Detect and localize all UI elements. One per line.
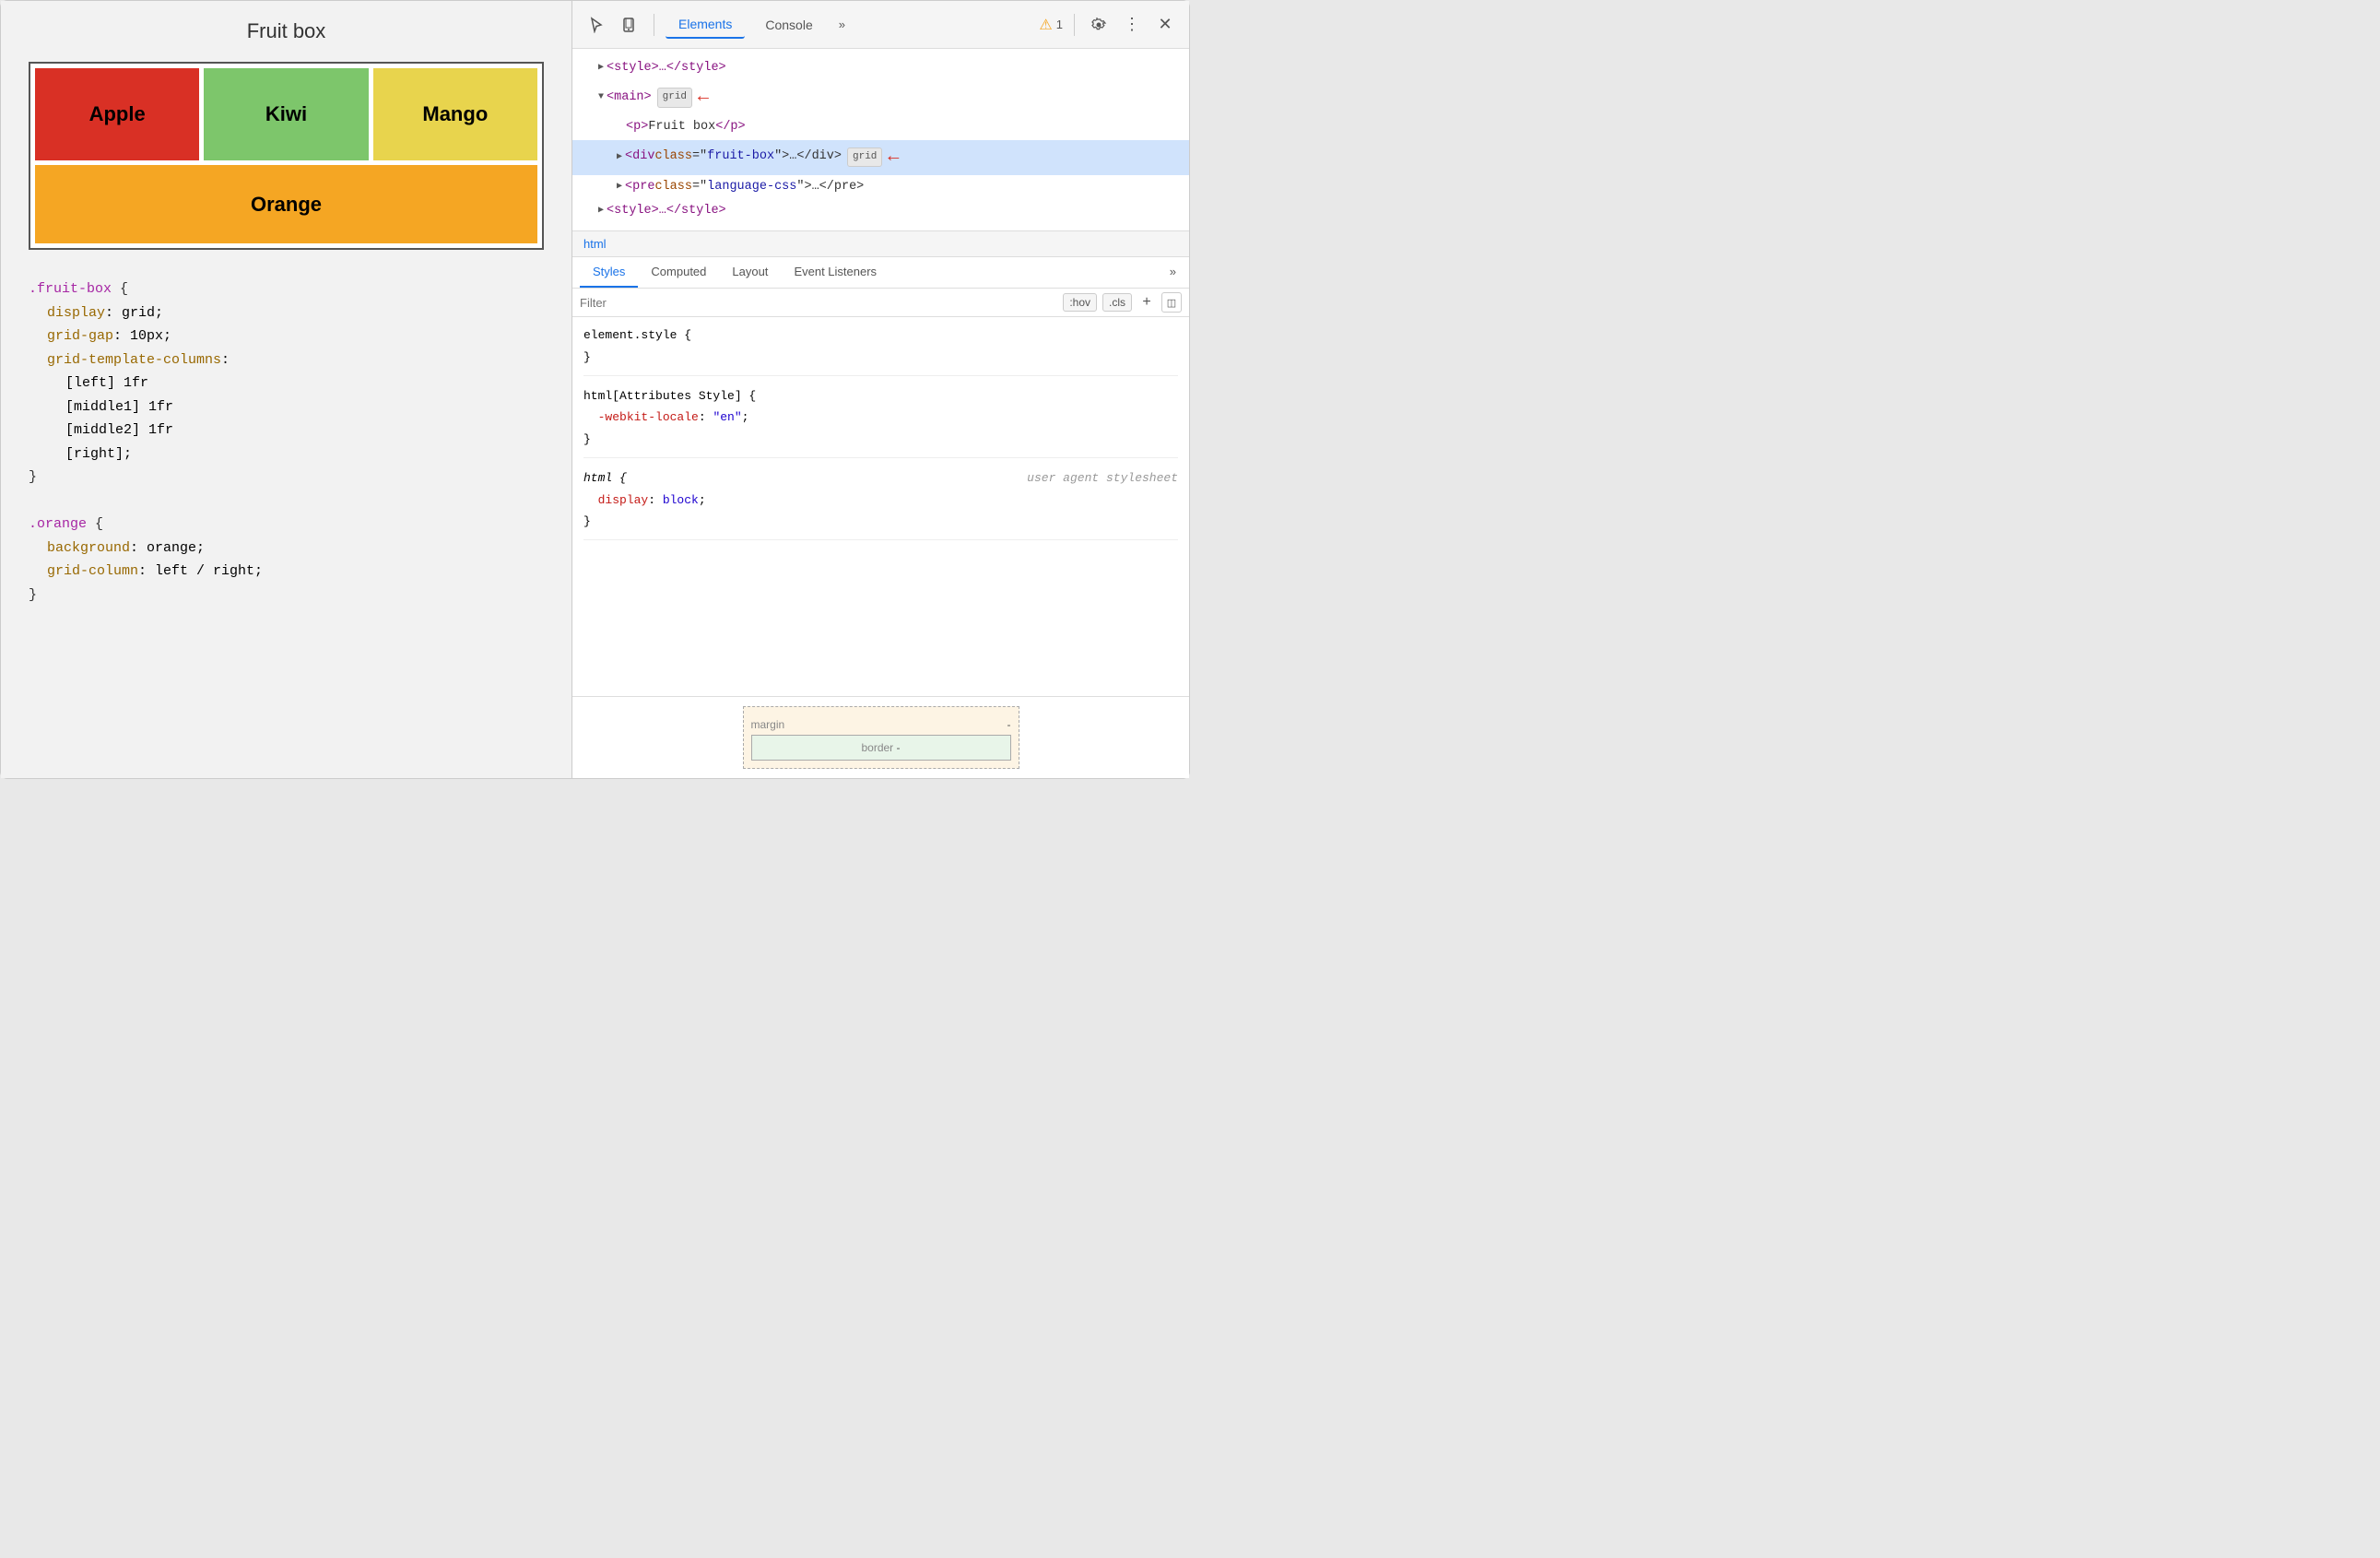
styles-filter-bar: :hov .cls + ◫ [572,289,1189,317]
element-style-selector: element.style { [583,325,1178,346]
styles-content: element.style { } html[Attributes Style]… [572,317,1189,696]
more-options-icon[interactable]: ⋮ [1119,12,1145,38]
display-prop: display: block; [583,490,1178,511]
tab-event-listeners[interactable]: Event Listeners [781,257,890,288]
border-label: border [861,741,893,754]
toolbar-separator-2 [1074,14,1075,36]
add-style-button[interactable]: + [1137,293,1156,312]
webkit-locale-prop: -webkit-locale: "en"; [583,407,1178,428]
code-block: .fruit-box { display: grid; grid-gap: 10… [29,268,544,616]
dom-main-line[interactable]: ▼ <main> grid ← [572,80,1189,115]
toggle-sidebar-button[interactable]: ◫ [1161,292,1182,313]
border-value: - [897,741,901,754]
warning-icon: ⚠ [1039,16,1052,34]
device-icon[interactable] [617,12,642,38]
red-arrow-2: ← [888,141,899,174]
triangle-icon[interactable]: ▶ [598,60,604,77]
fruit-box-demo: Apple Kiwi Mango Orange [29,62,544,250]
margin-value: - [1007,718,1011,731]
box-model-section: margin - border - [572,696,1189,778]
border-row: border - [751,735,1011,761]
dom-p-line[interactable]: <p>Fruit box</p> [572,115,1189,139]
close-icon[interactable]: ✕ [1152,12,1178,38]
warning-badge: ⚠ 1 [1039,16,1063,34]
page-title: Fruit box [29,19,544,43]
tab-styles[interactable]: Styles [580,257,638,288]
element-style-rule: element.style { } [583,325,1178,376]
devtools-toolbar: Elements Console » ⚠ 1 ⋮ ✕ [572,1,1189,49]
ua-comment: user agent stylesheet [1027,467,1178,489]
dom-style2-line[interactable]: ▶ <style>…</style> [572,199,1189,223]
box-model-container: margin - border - [743,706,1019,769]
fruitbox-triangle-icon[interactable]: ▶ [617,149,622,166]
fruit-kiwi: Kiwi [204,68,368,160]
margin-label: margin [751,718,785,731]
left-panel: Fruit box Apple Kiwi Mango Orange .fruit… [1,1,572,778]
html-ua-rule: html { user agent stylesheet display: bl… [583,467,1178,540]
fruitbox-grid-badge: grid [847,148,882,168]
dom-fruitbox-line[interactable]: ▶ <div class="fruit-box">…</div> grid ← [572,140,1189,175]
tab-layout[interactable]: Layout [719,257,781,288]
main-grid-badge: grid [657,88,692,108]
element-style-close: } [583,347,1178,368]
styles-panel: html Styles Computed Layout Event Listen… [572,231,1189,778]
context-bar-label: html [583,237,607,251]
more-tabs-button[interactable]: » [833,14,851,35]
filter-input[interactable] [580,296,1057,310]
dom-tree: ▶ <style>…</style> ▼ <main> grid ← <p>Fr… [572,49,1189,231]
pre-triangle-icon[interactable]: ▶ [617,179,622,195]
styles-tabs: Styles Computed Layout Event Listeners » [572,257,1189,289]
tab-console[interactable]: Console [752,12,825,38]
html-ua-selector-row: html { user agent stylesheet [583,467,1178,489]
margin-row: margin - [751,714,1011,735]
tab-computed[interactable]: Computed [638,257,719,288]
tab-elements[interactable]: Elements [666,11,745,39]
inspect-icon[interactable] [583,12,609,38]
context-bar: html [572,231,1189,257]
dom-pre-line[interactable]: ▶ <pre class="language-css">…</pre> [572,175,1189,199]
html-attrs-selector: html[Attributes Style] { [583,385,1178,407]
html-attrs-close: } [583,429,1178,450]
style2-triangle-icon[interactable]: ▶ [598,203,604,219]
hov-button[interactable]: :hov [1063,293,1097,312]
styles-tabs-more[interactable]: » [1164,257,1182,288]
html-ua-selector: html { [583,467,627,489]
fruit-apple: Apple [35,68,199,160]
red-arrow-1: ← [698,81,709,114]
dom-style-line[interactable]: ▶ <style>…</style> [572,56,1189,80]
fruit-mango: Mango [373,68,537,160]
fruit-orange: Orange [35,165,537,243]
settings-icon[interactable] [1086,12,1112,38]
html-attrs-rule: html[Attributes Style] { -webkit-locale:… [583,385,1178,458]
right-panel: Elements Console » ⚠ 1 ⋮ ✕ ▶ <style>…</s… [572,1,1189,778]
main-triangle-icon[interactable]: ▼ [598,89,604,106]
cls-button[interactable]: .cls [1102,293,1132,312]
html-ua-close: } [583,511,1178,532]
